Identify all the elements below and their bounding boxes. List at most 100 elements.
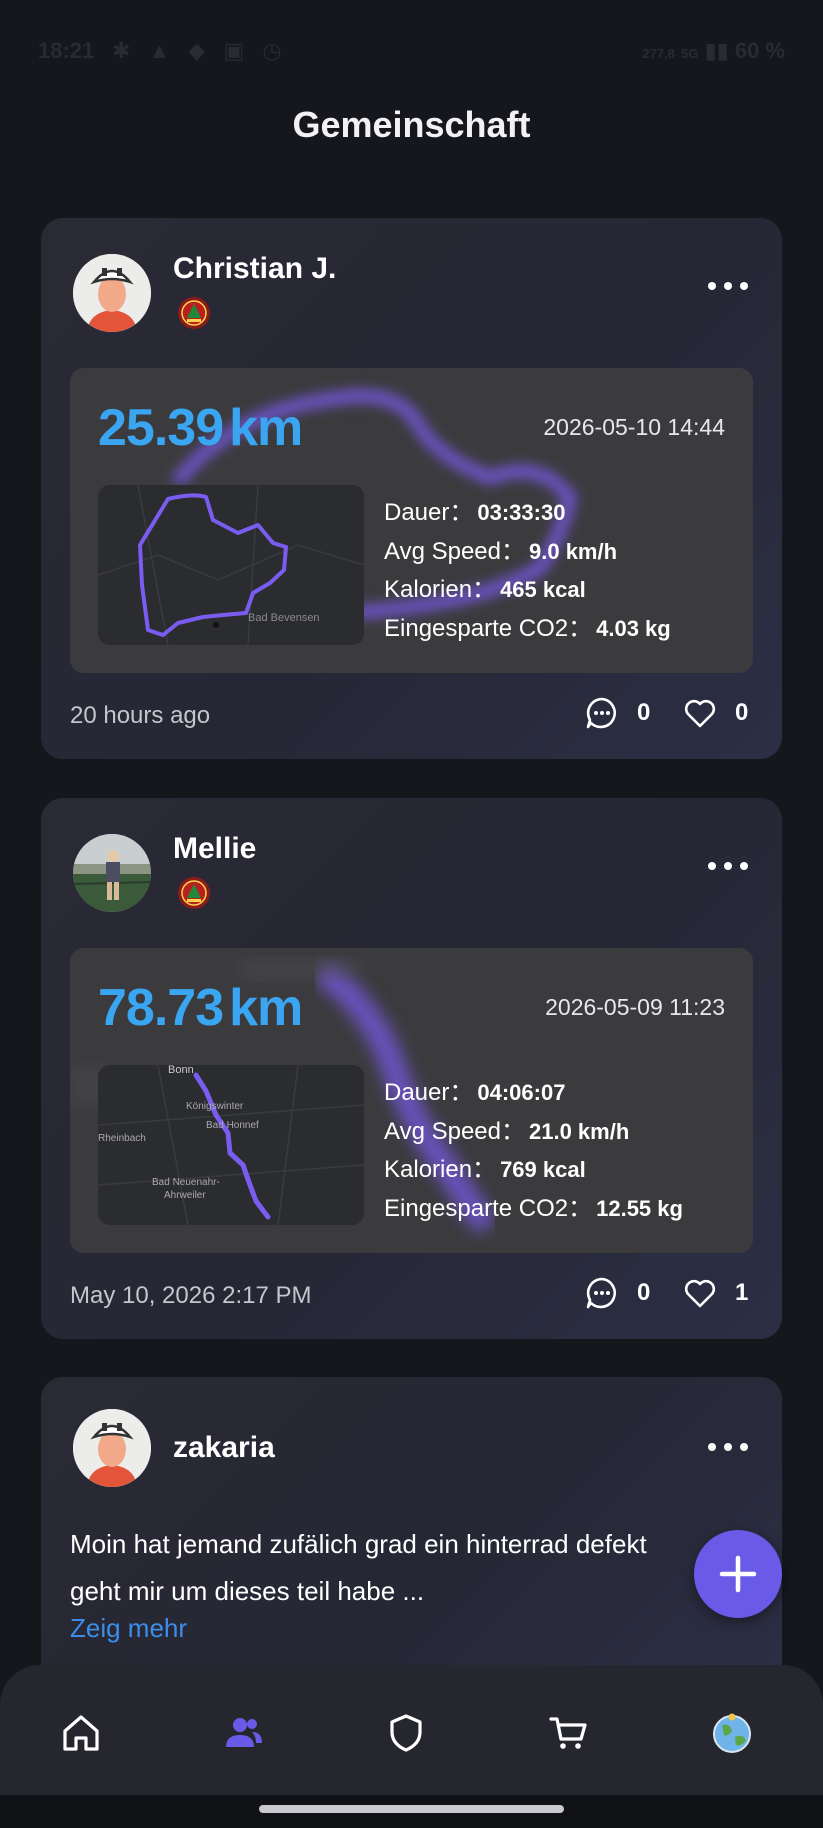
calories-value: 465 kcal: [500, 577, 586, 602]
comment-button[interactable]: 0: [585, 1276, 650, 1310]
map-label: Königswinter: [186, 1101, 244, 1112]
badge-icon: [178, 297, 210, 329]
co2-value: 12.55 kg: [596, 1195, 683, 1221]
comment-count: 0: [637, 1279, 651, 1306]
map-label: Bad Neuenahr-: [152, 1177, 220, 1188]
home-indicator[interactable]: [259, 1805, 564, 1813]
speed-value: 9.0 km/h: [529, 538, 618, 564]
map-label: Rheinbach: [98, 1133, 146, 1144]
network-type: 5G: [681, 46, 699, 61]
duration-row: Dauer： 03:33:30: [384, 492, 671, 531]
ride-summary[interactable]: 78.73 km 2026-05-09 11:23 Bonn Königswint…: [70, 948, 753, 1253]
co2-label: Eingesparte CO2：: [384, 614, 593, 642]
post-card[interactable]: Mellie 78.73 km 2026-05-09 11:23 Bonn Kö…: [41, 798, 782, 1339]
speed-label: Avg Speed：: [384, 1117, 525, 1145]
comment-icon: [586, 1277, 617, 1309]
more-options-button[interactable]: [708, 1437, 748, 1457]
home-icon: [63, 1715, 99, 1751]
ride-date: 2026-05-09 11:23: [545, 994, 725, 1020]
username[interactable]: Mellie: [173, 832, 256, 866]
route-map: Bad Bevensen: [98, 485, 364, 645]
distance-unit: km: [229, 399, 303, 457]
co2-row: Eingesparte CO2： 12.55 kg: [384, 1188, 683, 1227]
speed-row: Avg Speed： 21.0 km/h: [384, 1111, 683, 1150]
map-label: Ahrweiler: [164, 1190, 206, 1201]
distance-value: 78.73: [98, 979, 224, 1037]
nav-home[interactable]: [53, 1705, 109, 1761]
user-photo-avatar: [73, 834, 151, 912]
speed-label: Avg Speed：: [384, 537, 525, 565]
post-time: 20 hours ago: [70, 702, 211, 729]
nav-profile[interactable]: [704, 1705, 760, 1761]
route-map-thumbnail[interactable]: Bad Bevensen: [98, 485, 364, 645]
calories-row: Kalorien： 465 kcal: [384, 569, 671, 608]
status-bar: 18:21 ✱ ▲ ◆ ▣ ◷ 277,8 5G ▮▮ 60 %: [0, 0, 823, 100]
distance-value: 25.39: [98, 399, 224, 457]
ride-distance: 78.73 km: [98, 978, 303, 1038]
duration-label: Dauer：: [384, 499, 474, 526]
ride-stats: Dauer： 04:06:07 Avg Speed： 21.0 km/h Kalor…: [384, 1072, 683, 1226]
calories-label: Kalorien：: [384, 576, 497, 603]
heart-icon: [684, 699, 716, 728]
ride-summary[interactable]: 25.39 km 2026-05-10 14:44 Bad Bevensen Da…: [70, 368, 753, 673]
like-button[interactable]: 1: [683, 1276, 748, 1310]
post-text-line: geht mir um dieses teil habe ...: [70, 1576, 425, 1606]
post-card[interactable]: zakaria Moin hat jemand zufälich grad ei…: [41, 1377, 782, 1697]
more-options-button[interactable]: [708, 856, 748, 876]
username[interactable]: Christian J.: [173, 252, 336, 286]
calories-row: Kalorien： 769 kcal: [384, 1149, 683, 1188]
cyclist-avatar-icon: [73, 254, 151, 332]
like-count: 0: [735, 699, 749, 726]
status-right: 277,8 5G ▮▮ 60 %: [642, 38, 785, 64]
speed-row: Avg Speed： 9.0 km/h: [384, 531, 671, 570]
post-card[interactable]: Christian J. 25.39 km 2026-05-10 14:44 B…: [41, 218, 782, 759]
show-more-link[interactable]: Zeig mehr: [70, 1613, 187, 1644]
globe-icon: [713, 1713, 751, 1753]
network-speed: 277,8: [642, 46, 675, 61]
calories-value: 769 kcal: [500, 1157, 586, 1182]
bottom-navigation: [0, 1665, 823, 1795]
nav-shop[interactable]: [541, 1705, 597, 1761]
post-time: May 10, 2026 2:17 PM: [70, 1282, 312, 1309]
status-time: 18:21: [38, 38, 95, 63]
signal-icon: ▮▮: [704, 38, 729, 63]
duration-value: 03:33:30: [477, 500, 566, 525]
speed-value: 21.0 km/h: [529, 1118, 630, 1144]
ride-distance: 25.39 km: [98, 398, 303, 458]
ride-stats: Dauer： 03:33:30 Avg Speed： 9.0 km/h Kalori…: [384, 492, 671, 646]
notification-icons: ✱ ▲ ◆ ▣ ◷: [112, 38, 288, 63]
distance-unit: km: [229, 979, 303, 1037]
like-count: 1: [735, 1279, 749, 1306]
avatar[interactable]: [73, 254, 151, 332]
heart-icon: [684, 1279, 716, 1308]
battery-level: 60 %: [734, 38, 785, 63]
map-label: Bad Bevensen: [248, 612, 320, 624]
comment-count: 0: [637, 699, 651, 726]
cart-icon: [549, 1717, 587, 1749]
route-map-thumbnail[interactable]: Bonn Königswinter Bad Honnef Rheinbach B…: [98, 1065, 364, 1225]
community-icon: [226, 1718, 262, 1747]
nav-community[interactable]: [216, 1705, 272, 1761]
duration-label: Dauer：: [384, 1079, 474, 1106]
avatar[interactable]: [73, 834, 151, 912]
post-text-line: Moin hat jemand zufälich grad ein hinter…: [70, 1529, 647, 1559]
badge-icon: [178, 877, 210, 909]
co2-value: 4.03 kg: [596, 615, 671, 641]
plus-icon: [719, 1555, 757, 1593]
comment-button[interactable]: 0: [585, 696, 650, 730]
more-options-button[interactable]: [708, 276, 748, 296]
page-title: Gemeinschaft: [292, 104, 531, 145]
map-label: Bad Honnef: [206, 1120, 259, 1131]
post-text[interactable]: Moin hat jemand zufälich grad ein hinter…: [70, 1521, 730, 1615]
calories-label: Kalorien：: [384, 1156, 497, 1183]
username[interactable]: zakaria: [173, 1431, 275, 1465]
like-button[interactable]: 0: [683, 696, 748, 730]
avatar[interactable]: [73, 1409, 151, 1487]
create-post-button[interactable]: [694, 1530, 782, 1618]
shield-icon: [390, 1714, 422, 1752]
co2-label: Eingesparte CO2：: [384, 1194, 593, 1222]
map-label: Bonn: [168, 1065, 194, 1076]
duration-value: 04:06:07: [477, 1080, 566, 1105]
ride-date: 2026-05-10 14:44: [543, 414, 725, 440]
nav-security[interactable]: [378, 1705, 434, 1761]
